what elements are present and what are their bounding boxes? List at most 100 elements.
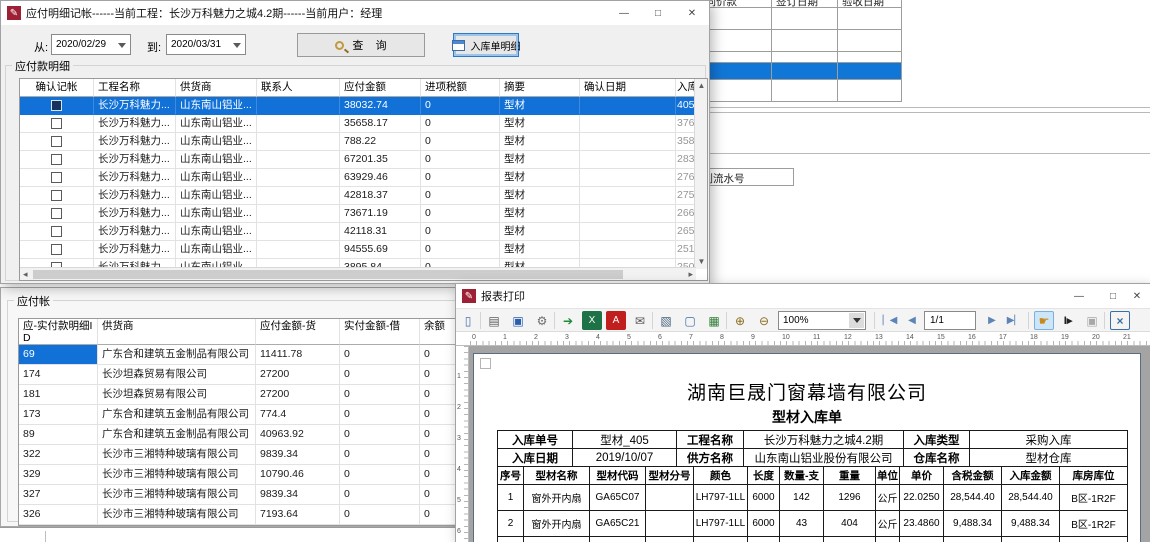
checkbox[interactable] [51, 190, 62, 201]
table-row[interactable]: 329长沙市三湘特种玻璃有限公司10790.4600 [19, 465, 462, 485]
table-row[interactable]: 长沙万科魅力...山东南山铝业...67201.350型材283 [20, 151, 707, 169]
contract-grid[interactable]: 合同价款签订日期验收日期 [690, 0, 902, 102]
page-indicator[interactable]: 1/1 [924, 311, 976, 330]
column-header[interactable]: 验收日期 [838, 0, 902, 8]
checkbox-cell[interactable] [20, 151, 94, 169]
mail-icon[interactable]: ✉ [630, 311, 650, 330]
next-page-icon[interactable]: ▶ [982, 311, 1002, 330]
zoom-in-icon[interactable]: ⊕ [730, 311, 750, 330]
column-header[interactable]: 应付金额-货 [256, 319, 340, 345]
table-row[interactable]: 长沙万科魅力...山东南山铝业...73671.190型材266 [20, 205, 707, 223]
checkbox[interactable] [51, 100, 62, 111]
column-header[interactable]: 签订日期 [772, 0, 838, 8]
first-page-icon[interactable]: ◀ [880, 311, 900, 330]
column-header[interactable]: 摘要 [500, 79, 580, 97]
table-row[interactable]: 322长沙市三湘特种玻璃有限公司9839.3400 [19, 445, 462, 465]
table-row[interactable]: 89广东合和建筑五金制品有限公司40963.9200 [19, 425, 462, 445]
table-row[interactable]: 长沙万科魅力...山东南山铝业...35658.170型材376 [20, 115, 707, 133]
column-header[interactable]: 应-实付款明细ID [19, 319, 98, 345]
checkbox-cell[interactable] [20, 115, 94, 133]
report-titlebar[interactable]: ✎ 报表打印 — □ ✕ [456, 284, 1150, 308]
column-header[interactable]: 供货商 [176, 79, 257, 97]
table-row[interactable]: 69广东合和建筑五金制品有限公司11411.7800 [19, 345, 462, 365]
pdf-export-icon[interactable]: A [606, 311, 626, 330]
table-row[interactable]: 长沙万科魅力...山东南山铝业...788.220型材358 [20, 133, 707, 151]
book-icon[interactable]: ▣ [508, 311, 528, 330]
chevron-down-icon[interactable] [118, 43, 126, 48]
last-page-icon[interactable]: ▶ [1004, 311, 1024, 330]
scroll-up-icon[interactable]: ▲ [695, 79, 708, 93]
document-icon[interactable]: ▢ [680, 311, 700, 330]
print-setup-icon[interactable]: ▧ [656, 311, 676, 330]
table-row[interactable] [690, 63, 902, 80]
copy-icon[interactable]: ▣ [1082, 311, 1102, 330]
pan-hand-icon[interactable]: ☛ [1034, 311, 1054, 330]
chevron-down-icon[interactable] [849, 313, 864, 328]
horizontal-scrollbar[interactable]: ◂ ▸ [20, 267, 696, 280]
table-row[interactable]: 327长沙市三湘特种玻璃有限公司9839.3400 [19, 485, 462, 505]
maximize-button[interactable]: □ [641, 1, 675, 25]
checkbox-cell[interactable] [20, 205, 94, 223]
close-button[interactable]: ✕ [1130, 284, 1144, 308]
scroll-right-icon[interactable]: ▸ [688, 270, 693, 279]
table-row[interactable]: 长沙市三湘特种玻璃有限公司 [19, 525, 462, 526]
table-row[interactable]: 长沙万科魅力...山东南山铝业...38032.740型材405 [20, 97, 707, 115]
table-row[interactable]: 174长沙坦森贸易有限公司2720000 [19, 365, 462, 385]
checkbox[interactable] [51, 172, 62, 183]
preview-icon[interactable]: ▯ [458, 311, 478, 330]
checkbox[interactable] [51, 136, 62, 147]
window1-titlebar[interactable]: ✎ 应付明细记帐------当前工程：长沙万科魅力之城4.2期------当前用… [1, 1, 709, 25]
checkbox[interactable] [51, 226, 62, 237]
previous-page-icon[interactable]: ◀ [902, 311, 922, 330]
grid-export-icon[interactable]: ▦ [704, 311, 724, 330]
checkbox-cell[interactable] [20, 187, 94, 205]
column-header[interactable]: 工程名称 [94, 79, 176, 97]
column-header[interactable]: 应付金额 [340, 79, 421, 97]
payables-grid[interactable]: 应-实付款明细ID供货商应付金额-货实付金额-借余额69广东合和建筑五金制品有限… [18, 318, 463, 526]
to-date-combo[interactable]: 2020/03/31 [166, 34, 246, 55]
column-header[interactable]: 确认记帐 [20, 79, 94, 97]
checkbox-cell[interactable] [20, 133, 94, 151]
close-button[interactable]: ✕ [675, 1, 709, 25]
table-row[interactable]: 181长沙坦森贸易有限公司2720000 [19, 385, 462, 405]
table-row[interactable]: 长沙万科魅力...山东南山铝业...94555.690型材251 [20, 241, 707, 259]
table-row[interactable]: 326长沙市三湘特种玻璃有限公司7193.6400 [19, 505, 462, 525]
column-header[interactable]: 入库 [676, 79, 695, 97]
checkbox-cell[interactable] [20, 223, 94, 241]
settings-icon[interactable]: ⚙ [532, 311, 552, 330]
checkbox[interactable] [51, 118, 62, 129]
entry-detail-button[interactable]: 入库单明细 [453, 33, 519, 57]
minimize-button[interactable]: — [607, 1, 641, 25]
zoom-out-icon[interactable]: ⊖ [754, 311, 774, 330]
checkbox[interactable] [51, 208, 62, 219]
table-row[interactable] [690, 8, 902, 30]
table-row[interactable] [690, 30, 902, 52]
close-preview-icon[interactable]: × [1110, 311, 1130, 330]
column-header[interactable]: 联系人 [257, 79, 340, 97]
checkbox-cell[interactable] [20, 241, 94, 259]
table-row[interactable]: 长沙万科魅力...山东南山铝业...63929.460型材276 [20, 169, 707, 187]
text-select-icon[interactable]: I▸ [1058, 311, 1078, 330]
column-header[interactable]: 确认日期 [580, 79, 676, 97]
excel-export-icon[interactable]: X [582, 311, 602, 330]
vertical-scrollbar[interactable]: ▲ ▼ [694, 79, 707, 269]
export-icon[interactable]: ➔ [558, 311, 578, 330]
report-preview-area[interactable]: 123456 湖南巨晟门窗幕墙有限公司 型材入库单 入库单号型材_405工程名称… [456, 346, 1150, 542]
table-row[interactable] [690, 52, 902, 63]
table-row[interactable]: 长沙万科魅力...山东南山铝业...42818.370型材275 [20, 187, 707, 205]
query-button[interactable]: 查 询 [297, 33, 425, 57]
from-date-combo[interactable]: 2020/02/29 [51, 34, 131, 55]
minimize-button[interactable]: — [1062, 284, 1096, 308]
checkbox[interactable] [51, 154, 62, 165]
column-header[interactable]: 实付金额-借 [340, 319, 420, 345]
checkbox-cell[interactable] [20, 97, 94, 115]
print-icon[interactable]: ▤ [484, 311, 504, 330]
scrollbar-thumb[interactable] [33, 270, 623, 279]
scroll-left-icon[interactable]: ◂ [23, 270, 28, 279]
checkbox[interactable] [51, 244, 62, 255]
table-row[interactable]: 长沙万科魅力...山东南山铝业...42118.310型材265 [20, 223, 707, 241]
maximize-button[interactable]: □ [1096, 284, 1130, 308]
zoom-level-combo[interactable]: 100% [778, 311, 866, 330]
table-row[interactable] [690, 80, 902, 102]
payable-detail-grid[interactable]: 确认记帐工程名称供货商联系人应付金额进项税额摘要确认日期入库长沙万科魅力...山… [19, 78, 708, 281]
